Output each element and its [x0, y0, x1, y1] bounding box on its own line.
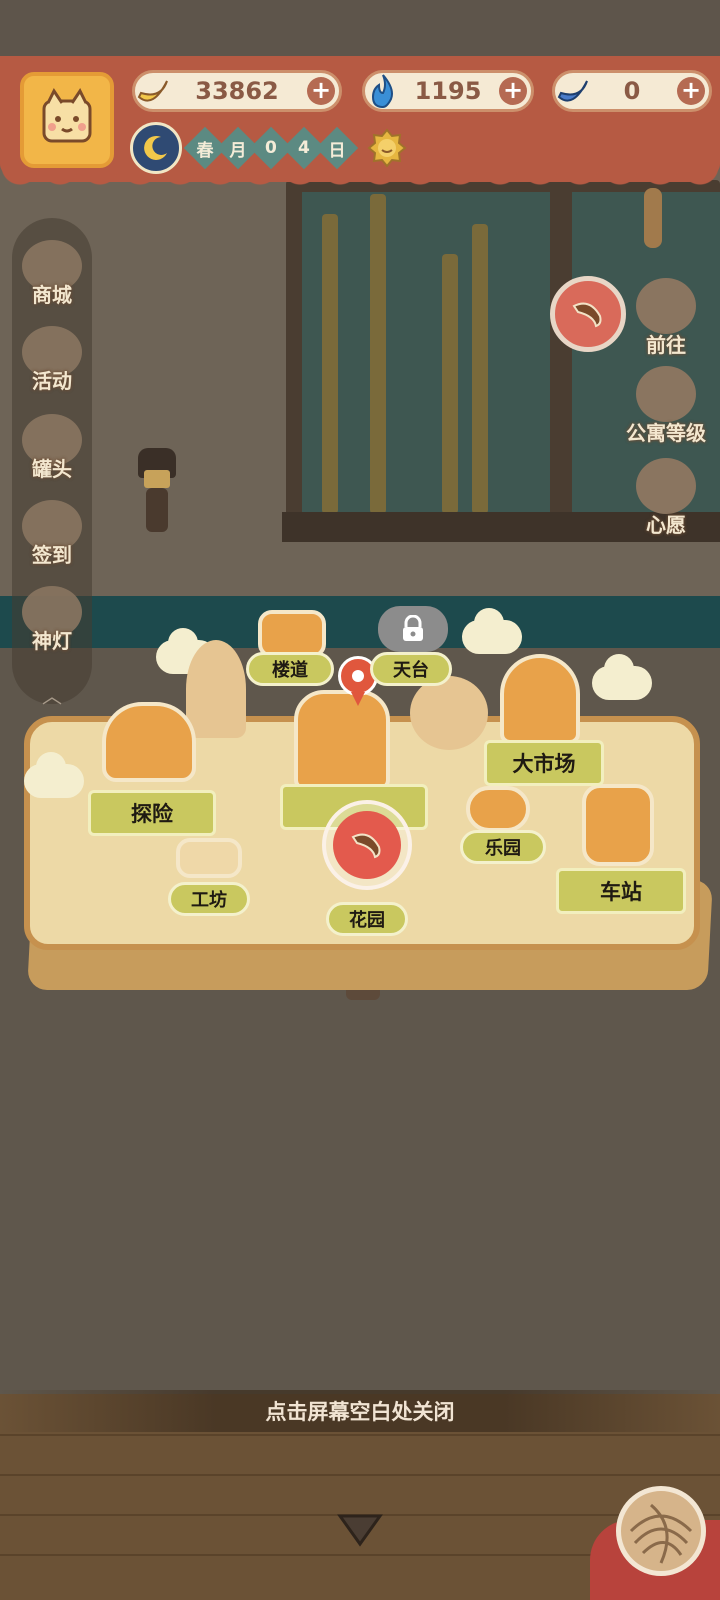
- location-explore[interactable]: 探险: [88, 790, 216, 836]
- apartment-level-icon: [636, 366, 696, 422]
- window-mullion: [550, 192, 572, 514]
- game-screen[interactable]: 33862 + 1195 + 0 + 春 月 0 4 日 商城 活动 罐头 签到…: [0, 0, 720, 1600]
- park-cat-building[interactable]: [466, 786, 530, 832]
- wish-book-icon: [636, 458, 696, 514]
- location-label: 工坊: [191, 890, 227, 911]
- location-park[interactable]: 乐园: [460, 830, 546, 864]
- cloud-decoration: [462, 608, 522, 654]
- location-label: 楼道: [272, 660, 308, 681]
- workshop-building[interactable]: [176, 838, 242, 878]
- menu-item-checkin[interactable]: 签到: [16, 496, 88, 574]
- hallway-cat-icon: [258, 610, 326, 658]
- menu-item-wish[interactable]: 心愿: [622, 456, 710, 544]
- down-arrow-icon[interactable]: [336, 1512, 384, 1548]
- menu-item-label: 公寓等级: [626, 421, 706, 445]
- yarn-ball-icon[interactable]: [616, 1486, 706, 1576]
- location-label: 天台: [393, 660, 429, 681]
- player-avatar-icon: [42, 88, 92, 143]
- menu-item-label: 心愿: [646, 513, 686, 537]
- wall-trim: [0, 596, 720, 648]
- tree-decoration: [410, 676, 488, 750]
- location-station[interactable]: 车站: [556, 868, 686, 914]
- menu-item-events[interactable]: 活动: [16, 322, 88, 400]
- location-market[interactable]: 大市场: [484, 740, 604, 786]
- close-hint[interactable]: 点击屏幕空白处关闭: [0, 1390, 720, 1432]
- map-pin-icon: [636, 278, 696, 334]
- blue-banana-counter: 0 +: [552, 70, 712, 112]
- player-avatar[interactable]: [20, 72, 114, 168]
- location-rooftop[interactable]: 天台: [370, 652, 452, 686]
- explore-building[interactable]: [102, 702, 196, 782]
- menu-item-label: 罐头: [32, 457, 72, 481]
- location-label: 乐园: [485, 838, 521, 859]
- sun-icon[interactable]: [366, 127, 408, 169]
- bamboo-stalk: [322, 214, 338, 514]
- boomerang-icon: [572, 302, 602, 328]
- bamboo-stalk: [442, 254, 458, 514]
- close-hint-text: 点击屏幕空白处关闭: [265, 1400, 455, 1424]
- boomerang-icon: [351, 833, 381, 859]
- menu-item-genie-lamp[interactable]: 神灯: [16, 582, 88, 660]
- bamboo-stalk: [370, 194, 386, 514]
- location-label: 花园: [349, 910, 385, 931]
- menu-item-label: 前往: [646, 333, 686, 357]
- add-flame-button[interactable]: +: [499, 77, 527, 105]
- flame-counter: 1195 +: [362, 70, 534, 112]
- hanging-rope: [644, 188, 662, 248]
- wall-lamp: [134, 448, 180, 532]
- cloud-decoration: [592, 654, 652, 700]
- menu-item-can[interactable]: 罐头: [16, 410, 88, 488]
- location-garden[interactable]: 花园: [326, 902, 408, 936]
- menu-item-label: 神灯: [32, 629, 72, 653]
- in-game-date: 春 月 0 4 日: [130, 122, 408, 174]
- market-building[interactable]: [500, 654, 580, 744]
- date-chip: 日: [315, 126, 359, 170]
- menu-item-label: 商城: [32, 283, 72, 307]
- location-hallway[interactable]: 楼道: [246, 652, 334, 686]
- garden-boomerang-button[interactable]: [322, 800, 412, 890]
- banana-counter: 33862 +: [132, 70, 342, 112]
- menu-item-label: 活动: [32, 369, 72, 393]
- collapse-menu-chevron-up-icon[interactable]: ︿: [38, 680, 66, 708]
- menu-item-goto[interactable]: 前往: [622, 276, 710, 364]
- blue-flame-icon: [359, 67, 407, 115]
- tree-decoration: [186, 640, 246, 738]
- banana-icon: [129, 67, 177, 115]
- location-workshop[interactable]: 工坊: [168, 882, 250, 916]
- add-blue-banana-button[interactable]: +: [677, 77, 705, 105]
- station-building[interactable]: [582, 784, 654, 866]
- location-label: 大市场: [512, 752, 576, 776]
- add-banana-button[interactable]: +: [307, 77, 335, 105]
- bamboo-stalk: [472, 224, 488, 514]
- lock-icon: [403, 615, 423, 641]
- locked-cloud: [378, 606, 448, 652]
- blue-banana-icon: [549, 67, 597, 115]
- menu-item-apartment-level[interactable]: 公寓等级: [622, 364, 710, 452]
- menu-item-label: 签到: [32, 543, 72, 567]
- cloud-decoration: [24, 752, 84, 798]
- location-label: 车站: [600, 880, 642, 904]
- location-label: 探险: [131, 802, 173, 826]
- moon-icon: [130, 122, 182, 174]
- menu-item-shop[interactable]: 商城: [16, 236, 88, 314]
